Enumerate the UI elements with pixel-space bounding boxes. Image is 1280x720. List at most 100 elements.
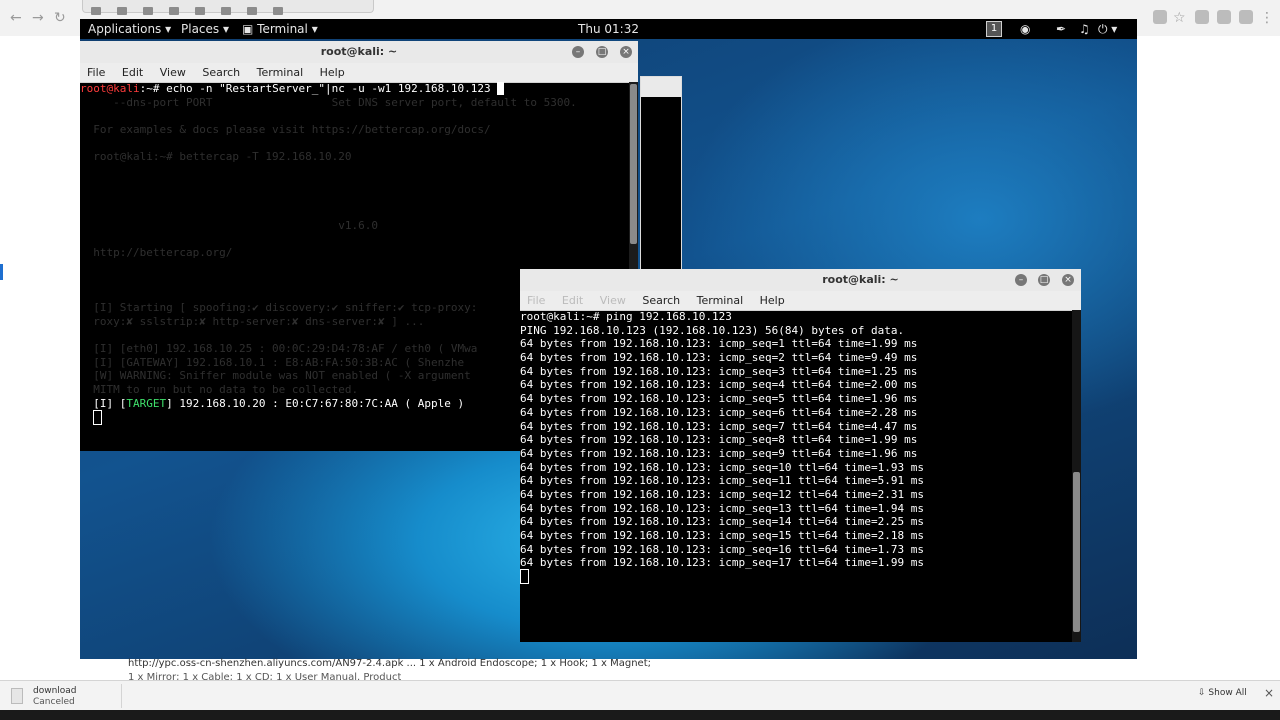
minimize-icon[interactable]: – [572, 46, 584, 58]
browser-right-margin [1137, 36, 1280, 659]
ping-line: 64 bytes from 192.168.10.123: icmp_seq=3… [520, 364, 918, 378]
ping-line: 64 bytes from 192.168.10.123: icmp_seq=1… [520, 515, 924, 529]
ghost-line: [W] WARNING: Sniffer module was NOT enab… [80, 369, 471, 383]
menu-help[interactable]: Help [760, 294, 785, 307]
menu-view[interactable]: View [160, 66, 186, 79]
usb-icon[interactable] [247, 7, 257, 15]
ghost-line: [I] Starting [ spoofing:✔ discovery:✔ sn… [80, 301, 478, 314]
ping-line: root@kali:~# ping 192.168.10.123 [520, 310, 732, 323]
ghost-line [80, 287, 577, 301]
ghost-line: [I] [GATEWAY] 192.168.10.1 : E8:AB:FA:50… [80, 355, 465, 369]
terminal-1-menubar: File Edit View Search Terminal Help [80, 63, 638, 83]
ghost-line [80, 164, 577, 178]
ghost-line [80, 109, 577, 123]
ping-line: PING 192.168.10.123 (192.168.10.123) 56(… [520, 323, 905, 337]
volume-icon[interactable] [221, 7, 231, 15]
extension-icon[interactable] [1195, 10, 1209, 24]
settings-icon[interactable] [273, 7, 283, 15]
terminal-2-scrollbar[interactable] [1072, 310, 1081, 642]
display-icon[interactable] [169, 7, 179, 15]
browser-left-margin [0, 36, 80, 659]
background-terminal-window[interactable] [640, 76, 682, 271]
ghost-line [80, 137, 577, 151]
power-icon[interactable]: ⏻ ▾ [1098, 22, 1117, 37]
menu-icon[interactable]: ⋮ [1260, 10, 1274, 26]
workspace-indicator[interactable]: 1 [986, 21, 1002, 37]
file-icon [11, 688, 23, 704]
terminal-1-titlebar: root@kali: ~ – □ × [80, 41, 638, 64]
pause-icon[interactable] [91, 7, 101, 15]
extension-icon[interactable] [1239, 10, 1253, 24]
resize-icon[interactable] [143, 7, 153, 15]
snapshot-icon[interactable] [117, 7, 127, 15]
back-icon[interactable]: ← [10, 10, 22, 26]
menu-help[interactable]: Help [320, 66, 345, 79]
ghost-line: [I] [eth0] 192.168.10.25 : 00:0C:29:D4:7… [80, 342, 478, 356]
ping-line: 64 bytes from 192.168.10.123: icmp_seq=1… [520, 337, 918, 351]
menu-edit[interactable]: Edit [562, 294, 583, 307]
lock-icon[interactable] [195, 7, 205, 15]
download-item[interactable]: download Canceled [6, 684, 122, 708]
close-icon[interactable]: × [1264, 686, 1274, 700]
extension-icon[interactable] [1153, 10, 1167, 24]
menu-edit[interactable]: Edit [122, 66, 143, 79]
selection-marker [0, 264, 3, 280]
terminal-2-title: root@kali: ~ [822, 273, 899, 286]
ghost-line [80, 205, 577, 219]
download-filename: download [33, 686, 77, 696]
show-all-button[interactable]: ⇩ Show All [1198, 688, 1247, 698]
ghost-line [80, 192, 577, 206]
target-tag: TARGET [126, 396, 167, 410]
terminal-1-title: root@kali: ~ [320, 45, 398, 58]
ping-line: 64 bytes from 192.168.10.123: icmp_seq=1… [520, 556, 924, 570]
terminal-1-output[interactable]: root@kali:~# echo -n "RestartServer_"|nc… [80, 82, 577, 425]
ping-line: 64 bytes from 192.168.10.123: icmp_seq=1… [520, 487, 924, 501]
close-icon[interactable]: × [1062, 274, 1074, 286]
ghost-line: http://bettercap.org/ [80, 246, 233, 260]
ghost-line: root@kali:~# bettercap -T 192.168.10.20 [80, 150, 352, 164]
ghost-line: --dns-port PORT Set DNS server port, def… [80, 95, 577, 109]
cursor-line [80, 409, 577, 425]
menu-terminal[interactable]: Terminal [697, 294, 744, 307]
kali-desktop: Applications ▾ Places ▾ ▣ Terminal ▾ Thu… [80, 19, 1137, 659]
vm-toolbar [82, 0, 374, 15]
terminal-2-titlebar: root@kali: ~ – □ × [520, 269, 1081, 292]
ping-line: 64 bytes from 192.168.10.123: icmp_seq=1… [520, 501, 924, 515]
ping-line: 64 bytes from 192.168.10.123: icmp_seq=7… [520, 419, 918, 433]
ping-line: 64 bytes from 192.168.10.123: icmp_seq=1… [520, 542, 924, 556]
network-icon[interactable]: ◉ [1020, 22, 1030, 36]
scrollbar-thumb[interactable] [630, 84, 637, 244]
bookmark-star-icon[interactable]: ☆ [1173, 10, 1186, 26]
reload-icon[interactable]: ↻ [54, 10, 66, 26]
menu-view[interactable]: View [600, 294, 626, 307]
menu-search[interactable]: Search [642, 294, 680, 307]
ghost-line [80, 178, 577, 192]
menu-terminal[interactable]: Terminal [257, 66, 304, 79]
minimize-icon[interactable]: – [1015, 274, 1027, 286]
volume-icon[interactable]: ♫ [1079, 22, 1090, 36]
background-terminal-titlebar [641, 77, 681, 97]
download-icon: ⇩ [1198, 688, 1206, 698]
ghost-line [80, 260, 577, 274]
menu-file[interactable]: File [87, 66, 105, 79]
close-icon[interactable]: × [620, 46, 632, 58]
pen-icon[interactable]: ✒ [1056, 22, 1066, 36]
ping-line: 64 bytes from 192.168.10.123: icmp_seq=5… [520, 392, 918, 406]
ghost-line: For examples & docs please visit https:/… [80, 123, 491, 137]
scrollbar-thumb[interactable] [1073, 472, 1080, 632]
menu-search[interactable]: Search [202, 66, 240, 79]
download-state: Canceled [33, 697, 75, 707]
extension-icon[interactable] [1217, 10, 1231, 24]
ping-line: 64 bytes from 192.168.10.123: icmp_seq=8… [520, 433, 918, 447]
terminal-window-2[interactable]: root@kali: ~ – □ × File Edit View Search… [520, 269, 1081, 642]
terminal-2-output[interactable]: root@kali:~# ping 192.168.10.123 PING 19… [520, 310, 924, 585]
ping-line: 64 bytes from 192.168.10.123: icmp_seq=2… [520, 351, 918, 365]
maximize-icon[interactable]: □ [1038, 274, 1050, 286]
forward-icon[interactable]: → [32, 10, 44, 26]
maximize-icon[interactable]: □ [596, 46, 608, 58]
menu-file[interactable]: File [527, 294, 545, 307]
clock[interactable]: Thu 01:32 [80, 22, 1137, 36]
prompt-user: root@kali [80, 82, 140, 95]
link-status-text-2: 1 x Mirror; 1 x Cable; 1 x CD; 1 x User … [128, 672, 402, 680]
target-line: [I] [TARGET] 192.168.10.20 : E0:C7:67:80… [80, 396, 465, 410]
